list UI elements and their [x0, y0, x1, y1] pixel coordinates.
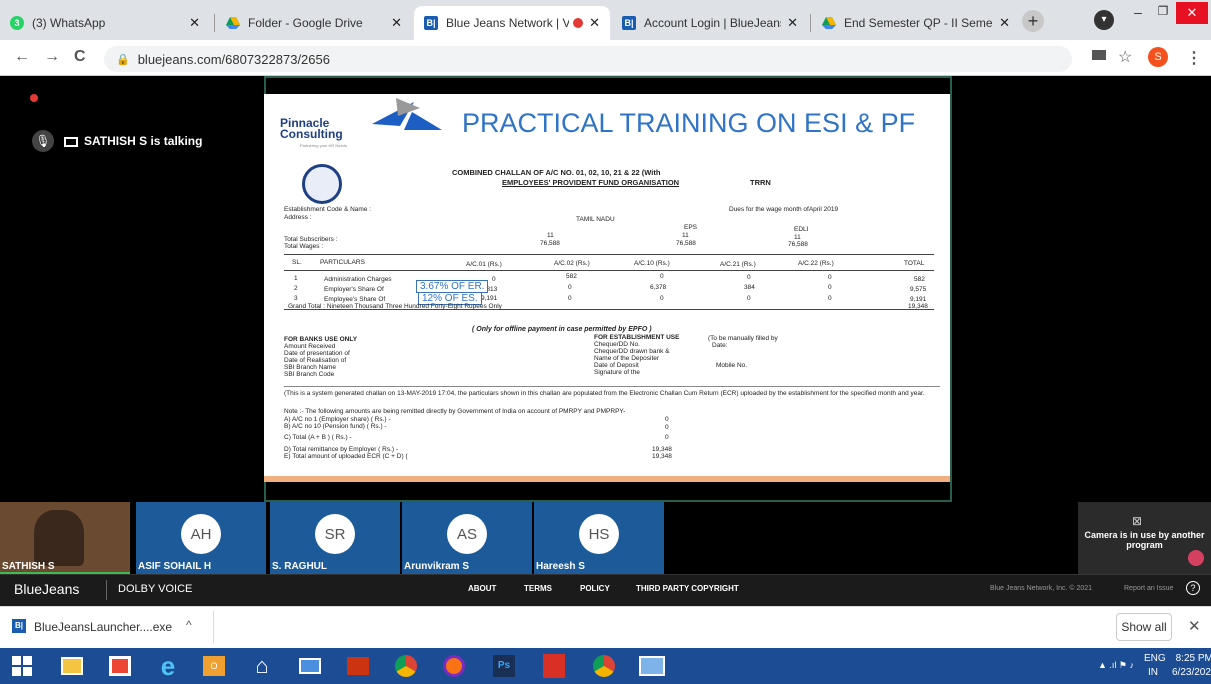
slide-title: PRACTICAL TRAINING ON ESI & PF [462, 108, 916, 138]
tab-bluejeans-video[interactable]: B| Blue Jeans Network | Vide ✕ [414, 6, 610, 40]
close-tab-icon[interactable]: ✕ [189, 15, 200, 31]
bookmark-star-icon[interactable]: ☆ [1118, 47, 1132, 67]
shared-slide: Pinnacle Consulting Partnering your HR N… [264, 94, 950, 482]
bluejeans-footer: BlueJeans DOLBY VOICE ABOUT TERMS POLICY… [0, 574, 1211, 606]
browser-tab-bar: 3 (3) WhatsApp ✕ Folder - Google Drive ✕… [0, 0, 1211, 40]
participant-tile-sathish[interactable]: SATHISH S [0, 502, 130, 574]
file-explorer-icon[interactable] [56, 652, 88, 680]
participant-tile-as[interactable]: AS Arunvikram S [402, 502, 532, 574]
close-tab-icon[interactable]: ✕ [391, 15, 402, 31]
close-tab-icon[interactable]: ✕ [589, 15, 600, 31]
clock[interactable]: 8:25 PM6/23/2021 [1172, 652, 1211, 680]
url-field[interactable]: 🔒 bluejeans.com/6807322873/2656 [104, 46, 1072, 72]
camera-off-icon: ⊠ [1132, 514, 1143, 528]
minimize-button[interactable]: – [1124, 4, 1152, 28]
windows-start-icon[interactable] [6, 652, 38, 680]
maximize-button[interactable]: ❐ [1150, 4, 1176, 28]
mic-icon: 🎙 [32, 130, 54, 152]
link-about[interactable]: ABOUT [468, 584, 496, 593]
help-icon[interactable]: ? [1186, 581, 1200, 595]
download-bar: B| BlueJeansLauncher....exe ^ Show all ✕ [0, 606, 1211, 648]
lock-icon: 🔒 [116, 53, 130, 66]
google-drive-icon [822, 16, 836, 30]
table-divider [284, 270, 934, 271]
pinnacle-logo-icon [372, 98, 442, 130]
pdf-app-icon[interactable] [538, 652, 570, 680]
close-window-button[interactable]: ✕ [1176, 2, 1208, 24]
whatsapp-icon: 3 [10, 16, 24, 30]
recording-dot-icon [573, 18, 584, 28]
windows-taskbar: e O ⌂ Ps ▲ .ıl ⚑ ♪ ENG IN 8:25 PM 6/23/202… [0, 648, 1211, 684]
close-icon[interactable]: ✕ [1188, 617, 1201, 635]
home-icon[interactable]: ⌂ [246, 652, 278, 680]
photoshop-icon[interactable]: Ps [488, 652, 520, 680]
desktop-app-icon[interactable] [636, 652, 668, 680]
forward-icon[interactable]: → [44, 48, 60, 66]
show-all-button[interactable]: Show all [1116, 613, 1172, 641]
lenovo-icon[interactable] [342, 652, 374, 680]
epfo-seal-icon [302, 164, 342, 204]
camera-indicator-icon[interactable] [1092, 50, 1106, 60]
office-icon[interactable] [104, 652, 136, 680]
bluejeans-icon: B| [424, 16, 438, 30]
menu-icon[interactable]: ⋮ [1186, 48, 1202, 68]
language-indicator[interactable]: ENG IN [1144, 652, 1166, 680]
dolby-logo: DOLBY VOICE [118, 583, 193, 595]
tab-search-icon[interactable]: ▾ [1094, 10, 1114, 30]
slide-footer-bar [264, 476, 950, 482]
google-drive-icon [226, 16, 240, 30]
participant-tile-sr[interactable]: SR S. RAGHUL [270, 502, 400, 574]
close-tab-icon[interactable]: ✕ [787, 15, 798, 31]
reload-icon[interactable]: C [74, 48, 86, 66]
back-icon[interactable]: ← [14, 48, 30, 66]
chrome-profile-icon[interactable] [588, 652, 620, 680]
video-icon [64, 137, 78, 147]
link-policy[interactable]: POLICY [580, 584, 610, 593]
firefox-icon[interactable] [438, 652, 470, 680]
participant-tile-ah[interactable]: AH ASIF SOHAIL H [136, 502, 266, 574]
tab-bluejeans-login[interactable]: B| Account Login | BlueJeans ✕ [612, 6, 808, 40]
tab-end-semester-qp[interactable]: End Semester QP - II Semeste ✕ [812, 6, 1020, 40]
chevron-up-icon[interactable]: ^ [186, 618, 192, 632]
new-tab-button[interactable]: + [1022, 10, 1044, 32]
challan-table: SL. PARTICULARS A/C.01 (Rs.) A/C.02 (Rs.… [284, 254, 934, 310]
recording-indicator-icon [30, 94, 38, 102]
slide-logo: Pinnacle Consulting Partnering your HR N… [280, 116, 347, 148]
download-filename[interactable]: BlueJeansLauncher....exe [34, 620, 172, 634]
edge-icon[interactable]: e [152, 651, 184, 681]
address-bar: ← → C 🔒 bluejeans.com/6807322873/2656 ☆ … [0, 40, 1211, 76]
profile-avatar[interactable]: S [1148, 47, 1168, 67]
bluejeans-icon: B| [12, 619, 26, 633]
close-tab-icon[interactable]: ✕ [999, 15, 1010, 31]
chrome-icon[interactable] [390, 652, 422, 680]
participant-video [34, 510, 84, 566]
talking-indicator: SATHISH S is talking [84, 134, 203, 148]
participant-tile-hs[interactable]: HS Hareesh S [534, 502, 664, 574]
report-issue-link[interactable]: Report an Issue [1124, 585, 1173, 592]
mic-muted-icon[interactable] [1188, 550, 1204, 566]
tab-google-drive[interactable]: Folder - Google Drive ✕ [216, 6, 412, 40]
self-view-tile[interactable]: ⊠ Camera is in use by another program [1078, 502, 1211, 574]
bluejeans-icon: B| [622, 16, 636, 30]
monitor-app-icon[interactable] [294, 652, 326, 680]
link-terms[interactable]: TERMS [524, 584, 552, 593]
tab-whatsapp[interactable]: 3 (3) WhatsApp ✕ [0, 6, 210, 40]
system-tray-icons[interactable]: ▲ .ıl ⚑ ♪ [1098, 660, 1134, 671]
link-third-party[interactable]: THIRD PARTY COPYRIGHT [636, 584, 739, 593]
outlook-icon[interactable]: O [198, 652, 230, 680]
